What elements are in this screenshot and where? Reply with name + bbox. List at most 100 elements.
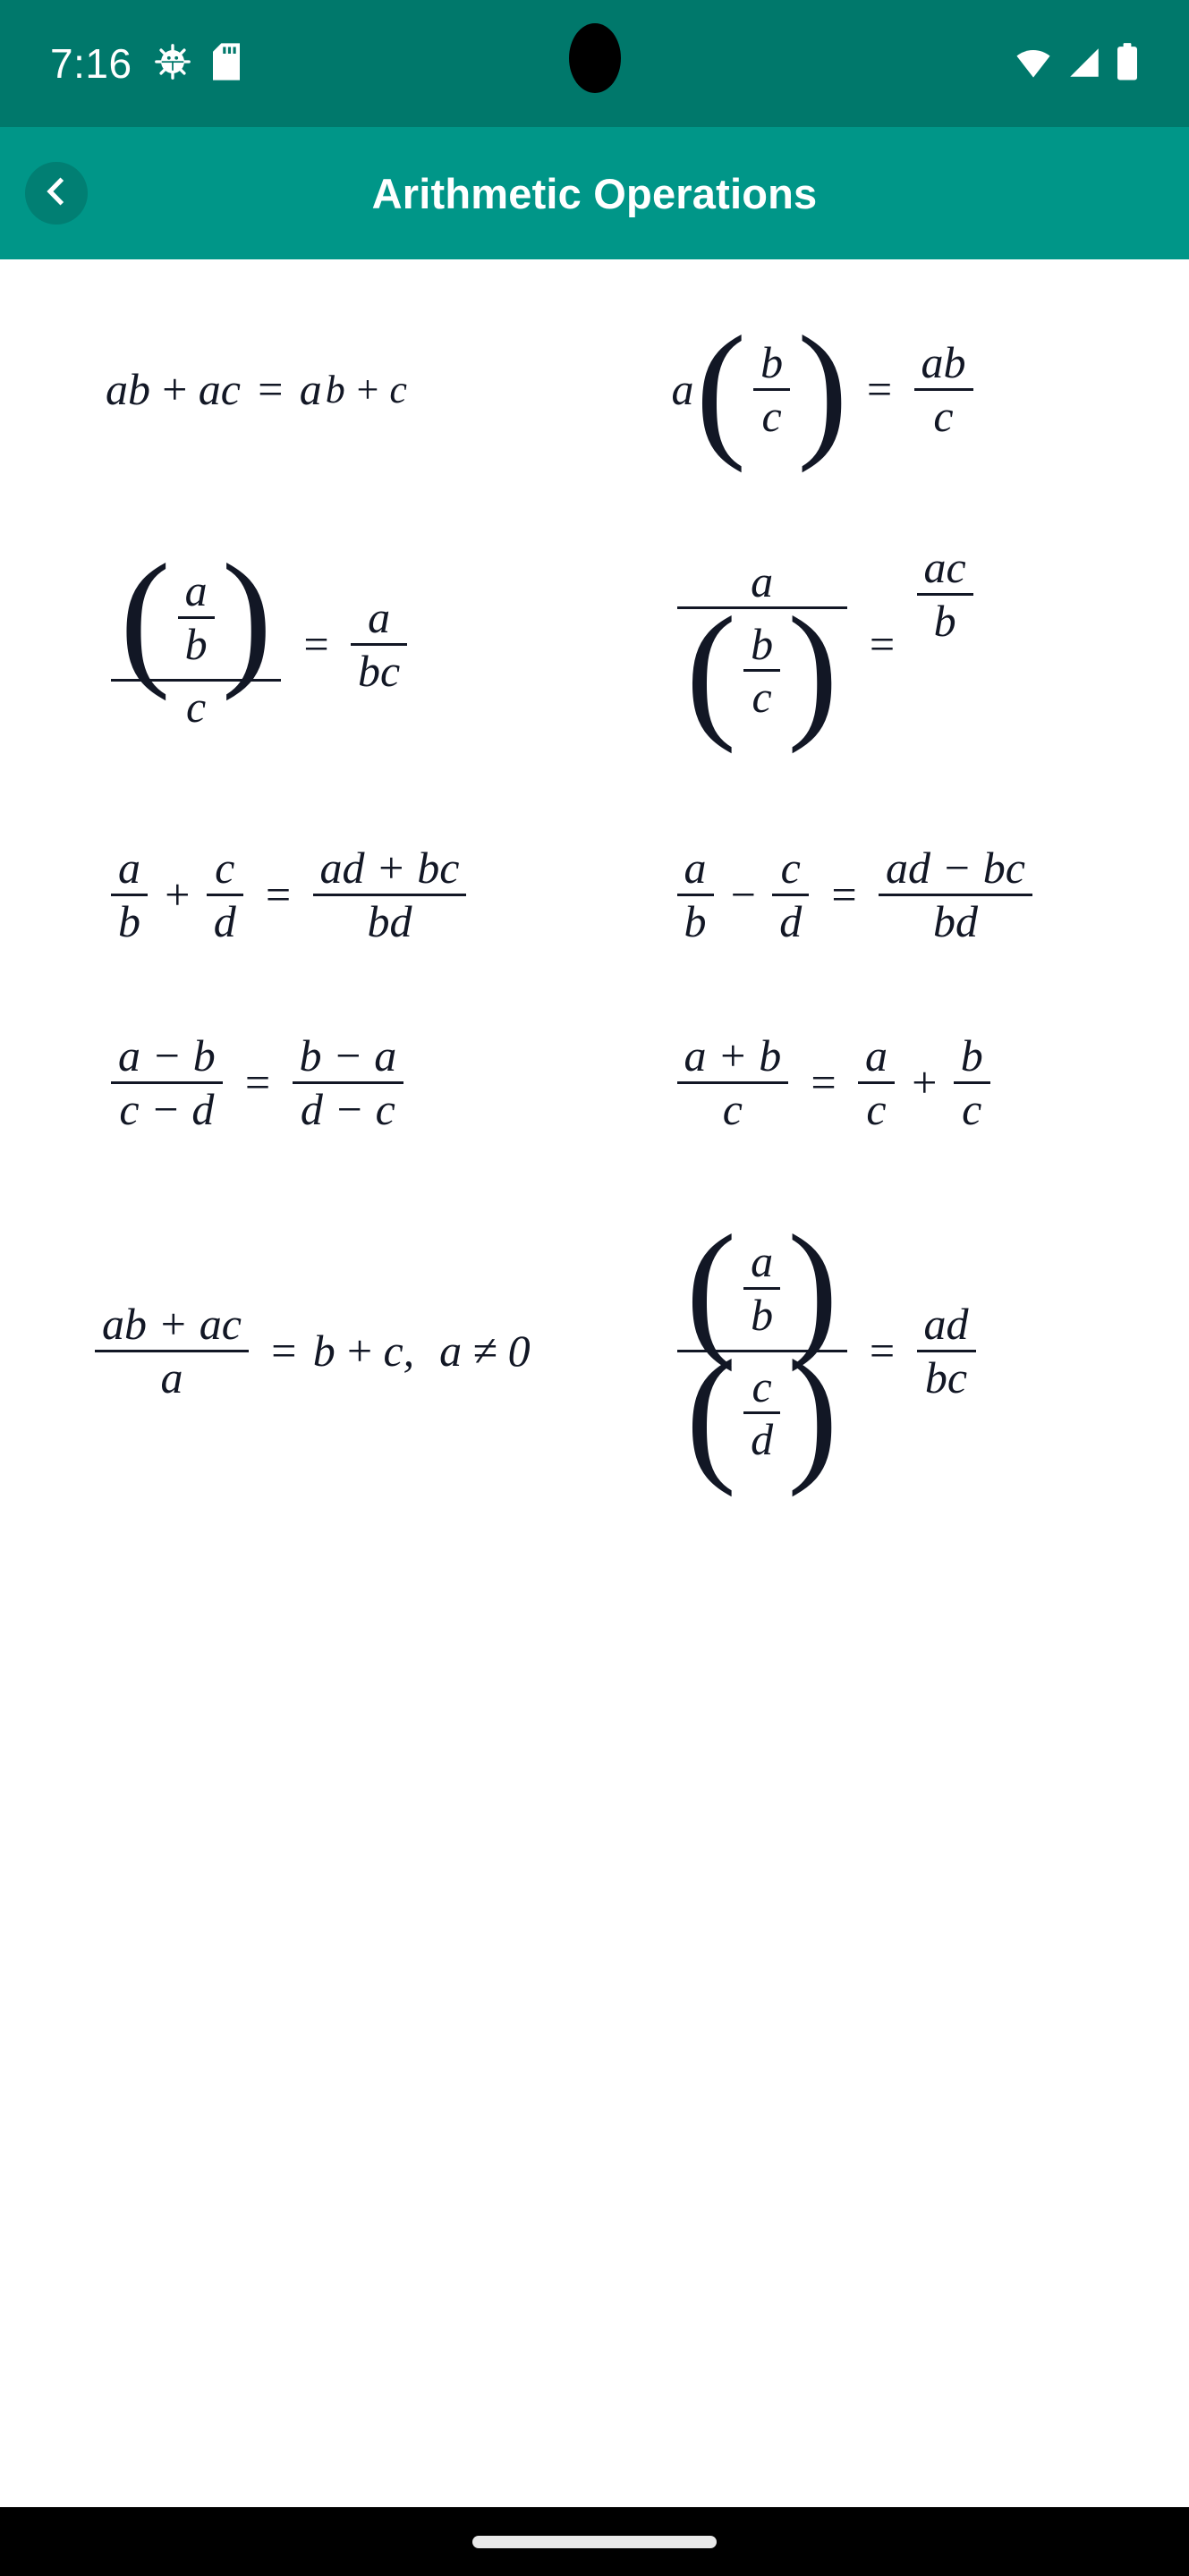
denominator: b [118, 895, 140, 946]
fraction-ab-over-c: ab c [913, 337, 973, 441]
operator-plus: + [344, 1326, 375, 1376]
denominator: a [160, 1352, 183, 1402]
fraction-a-over-b: a b [177, 565, 215, 669]
parenthesis-group: b c [696, 330, 848, 449]
fraction-a-over-bc: a bc [351, 592, 408, 696]
parenthesis-group: a b [120, 558, 272, 677]
formula-fraction-subtraction: a b − c d = ad − bc bd [595, 805, 1189, 984]
denominator: d [779, 895, 803, 946]
numerator: ad [923, 1299, 969, 1349]
status-bar-right [1014, 42, 1139, 86]
operator-equals: = [866, 619, 897, 669]
operator-equals: = [808, 1057, 838, 1107]
denominator: d − c [300, 1083, 395, 1134]
fraction-b-over-c: b c [753, 337, 791, 441]
system-navigation-bar [0, 2507, 1189, 2576]
operator-equals: = [866, 1326, 897, 1376]
app-bar: Arithmetic Operations [0, 127, 1189, 259]
formula-row: a b c = a [0, 483, 1189, 805]
numerator: a [751, 1236, 774, 1287]
cellular-signal-icon [1066, 44, 1103, 86]
fraction-outer: a b c [676, 556, 847, 732]
denominator: bd [367, 895, 412, 946]
parenthesis-group: b c [686, 611, 838, 730]
formula-grid: ab + ac = a b + c a (b c) = ab c (a b… [0, 295, 1189, 1521]
numerator: b [960, 1030, 983, 1080]
fraction-aminusb-over-cminusd: a − b c − d [111, 1030, 223, 1134]
numerator: c [780, 843, 801, 893]
fraction-ac-over-b: ac b [916, 542, 973, 646]
operator-minus: − [727, 869, 759, 919]
term: b [325, 367, 345, 411]
numerator: ad + bc [319, 843, 460, 893]
fraction-adplusbc-over-bd: ad + bc bd [312, 843, 467, 946]
term: c [383, 1326, 403, 1376]
operator-equals: = [828, 869, 859, 919]
denominator: c [933, 390, 954, 441]
fraction-b-over-c: b c [743, 619, 781, 723]
formula-content-area: ab + ac = a b + c a (b c) = ab c (a b… [0, 259, 1189, 2507]
fraction-outer: a b [676, 1227, 847, 1475]
formula-row: ab + ac = a b + c a (b c) = ab c [0, 295, 1189, 483]
denominator: c [866, 1083, 887, 1134]
fraction-c-over-d: c d [206, 843, 243, 946]
android-debug-icon [154, 43, 191, 85]
operator-equals: = [254, 364, 285, 414]
denominator: b [684, 895, 707, 946]
numerator: a [368, 592, 391, 642]
status-bar: 7:16 [0, 0, 1189, 127]
operator-equals: = [863, 364, 895, 414]
numerator: b [760, 337, 784, 387]
parenthesis-group: b + c [324, 367, 409, 412]
gesture-home-pill[interactable] [472, 2535, 717, 2548]
formula-row: a b + c d = ad + bc bd a b − c d = ad − … [0, 805, 1189, 984]
sd-card-icon [212, 42, 240, 85]
back-button[interactable] [25, 162, 88, 225]
formula-cancel-common-factor: ab + ac a = b + c , a ≠ 0 [0, 1181, 595, 1521]
comma: , [403, 1326, 415, 1376]
chevron-left-icon [41, 176, 72, 211]
numerator: c [752, 1360, 772, 1411]
numerator: c [215, 843, 235, 893]
term: a [439, 1326, 463, 1376]
numerator: b − a [299, 1030, 397, 1080]
denominator: c [962, 1083, 982, 1134]
numerator: ac [923, 542, 966, 592]
parenthesis-group: c d [686, 1354, 838, 1473]
term: a [299, 364, 322, 414]
fraction-b-over-c: b c [953, 1030, 990, 1134]
formula-distributive: ab + ac = a b + c [0, 295, 595, 483]
formula-split-numerator: a + b c = a c + b c [595, 984, 1189, 1181]
denominator: c − d [119, 1083, 215, 1134]
denominator: c [752, 672, 772, 723]
fraction-a-over-b: a b [676, 843, 714, 946]
numerator: a + b [684, 1030, 782, 1080]
formula-fraction-addition: a b + c d = ad + bc bd [0, 805, 595, 984]
fraction-c-over-d: c d [772, 843, 810, 946]
formula-row: a − b c − d = b − a d − c a + b c = a c … [0, 984, 1189, 1181]
formula-row: ab + ac a = b + c , a ≠ 0 (a b) (c d … [0, 1181, 1189, 1521]
denominator: d [751, 1414, 774, 1465]
denominator: c d [677, 1352, 847, 1475]
term: ab [106, 364, 150, 414]
fraction-a-over-c: a c [858, 1030, 895, 1134]
numerator: a − b [118, 1030, 216, 1080]
operator-equals: = [301, 619, 331, 669]
numerator: a [684, 843, 707, 893]
numerator: a [865, 1030, 888, 1080]
denominator: bc [358, 645, 401, 696]
operator-plus: + [909, 1057, 939, 1107]
formula-fraction-over-scalar: a b c = a [0, 483, 595, 805]
fraction-bminusa-over-dminusc: b − a d − c [292, 1030, 404, 1134]
fraction-aplusb-over-c: a + b c [676, 1030, 789, 1134]
numerator: ab + ac [102, 1299, 242, 1349]
term: c [389, 367, 407, 411]
wifi-icon [1014, 44, 1053, 86]
fraction-abplusac-over-a: ab + ac a [95, 1299, 249, 1402]
status-bar-clock: 7:16 [50, 40, 132, 87]
fraction-a-over-b: a b [743, 1236, 781, 1340]
operator-equals: = [242, 1057, 273, 1107]
formula-scalar-over-fraction: a b c [595, 483, 1189, 805]
denominator: b c [677, 609, 847, 732]
operator-equals: = [268, 1326, 299, 1376]
